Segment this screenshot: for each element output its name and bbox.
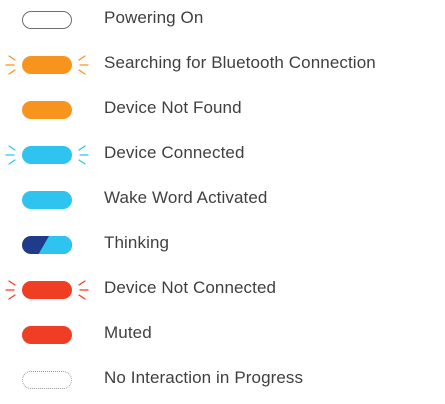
state-label: Wake Word Activated — [104, 188, 268, 207]
legend-row-device-not-connected: Device Not Connected — [0, 273, 445, 303]
state-label: Powering On — [104, 8, 204, 27]
state-indicator — [0, 3, 90, 33]
legend-row-searching-bluetooth: Searching for Bluetooth Connection — [0, 48, 445, 78]
pulsing-light-blue-pill-icon — [22, 146, 72, 164]
state-label: Muted — [104, 323, 152, 342]
state-label: No Interaction in Progress — [104, 368, 304, 387]
state-indicator — [0, 273, 90, 303]
state-indicator — [0, 93, 90, 123]
state-indicator — [0, 183, 90, 213]
legend-row-no-interaction: No Interaction in Progress — [0, 363, 445, 393]
state-label: Searching for Bluetooth Connection — [104, 53, 376, 72]
state-indicator — [0, 228, 90, 258]
pulsing-red-pill-icon — [22, 281, 72, 299]
state-indicator — [0, 363, 90, 393]
state-indicator — [0, 138, 90, 168]
navy-light-blue-split-pill-icon — [22, 236, 72, 254]
light-blue-pill-icon — [22, 191, 72, 209]
legend-row-muted: Muted — [0, 318, 445, 348]
state-indicator — [0, 48, 90, 78]
legend-row-device-connected: Device Connected — [0, 138, 445, 168]
split-pill-light-half — [38, 236, 72, 254]
legend-row-wake-word-activated: Wake Word Activated — [0, 183, 445, 213]
state-label: Device Not Found — [104, 98, 242, 117]
state-label: Device Not Connected — [104, 278, 277, 297]
state-label: Thinking — [104, 233, 170, 252]
state-label: Device Connected — [104, 143, 245, 162]
light-state-legend: Powering On Searching for Bluetooth Conn… — [0, 0, 445, 404]
legend-row-thinking: Thinking — [0, 228, 445, 258]
orange-pill-icon — [22, 101, 72, 119]
pulsing-orange-pill-icon — [22, 56, 72, 74]
state-indicator — [0, 318, 90, 348]
outlined-pill-icon — [22, 11, 72, 29]
legend-row-device-not-found: Device Not Found — [0, 93, 445, 123]
legend-row-powering-on: Powering On — [0, 3, 445, 33]
red-pill-icon — [22, 326, 72, 344]
dotted-pill-icon — [22, 371, 72, 389]
